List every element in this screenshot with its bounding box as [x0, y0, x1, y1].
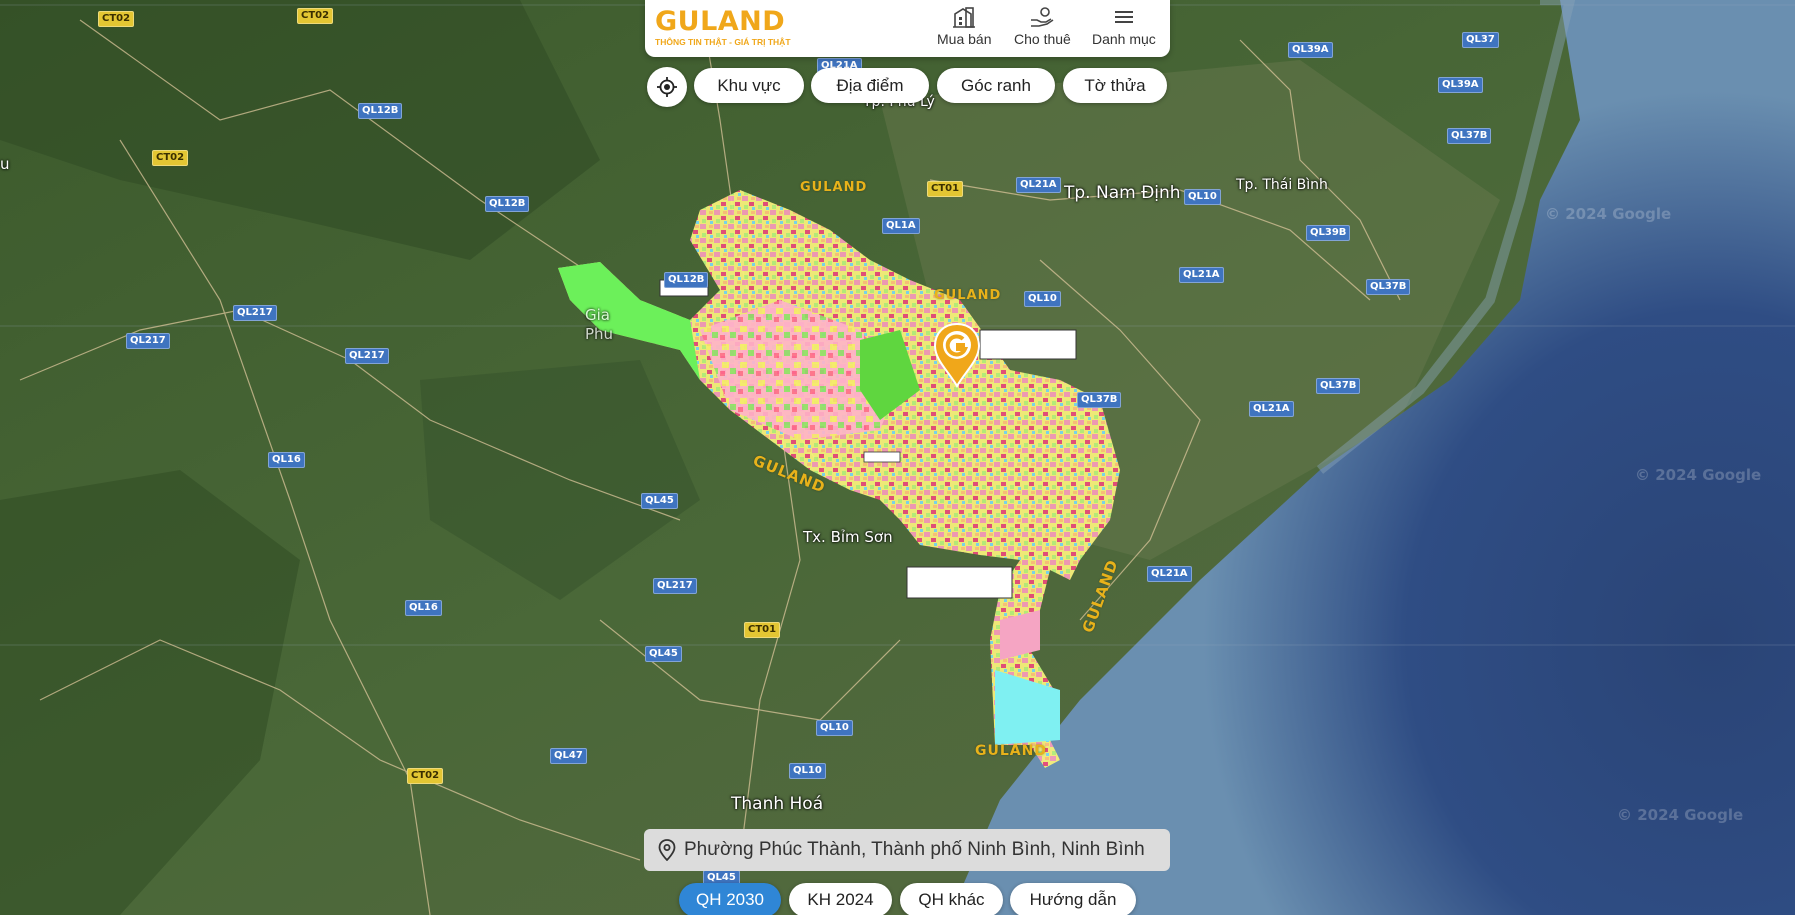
road-label: QL217	[345, 348, 389, 364]
road-label: CT02	[152, 150, 189, 166]
road-label: QL10	[1024, 291, 1061, 307]
address-bar[interactable]: Phường Phúc Thành, Thành phố Ninh Bình, …	[644, 829, 1170, 871]
city-label-gia: Gia	[585, 306, 610, 324]
city-label-nam-dinh: Tp. Nam Định	[1064, 183, 1181, 203]
road-label: QL45	[641, 493, 678, 509]
road-label: QL37B	[1447, 128, 1492, 144]
road-label: QL37B	[1316, 378, 1361, 394]
tab-qh-2030[interactable]: QH 2030	[679, 883, 781, 915]
road-label: QL12B	[358, 103, 403, 119]
city-label-thai-binh: Tp. Thái Bình	[1236, 177, 1328, 193]
top-header: GULAND THÔNG TIN THẬT - GIÁ TRỊ THẬT Mua…	[645, 0, 1170, 57]
road-label: QL37	[1462, 32, 1499, 48]
map-watermark: © 2024 Google	[1545, 205, 1672, 223]
road-label: QL12B	[485, 196, 530, 212]
building-icon	[953, 7, 976, 28]
road-label: QL37B	[1077, 392, 1122, 408]
tab-qh-khac[interactable]: QH khác	[900, 883, 1003, 915]
road-label: QL12B	[664, 272, 709, 288]
chip-to-thua[interactable]: Tờ thửa	[1063, 68, 1167, 103]
chip-dia-diem[interactable]: Địa điểm	[811, 68, 929, 103]
road-label: QL21A	[1016, 177, 1061, 193]
logo-text: GULAND	[655, 6, 786, 37]
nav-mua-ban[interactable]: Mua bán	[937, 6, 991, 47]
address-text: Phường Phúc Thành, Thành phố Ninh Bình, …	[684, 839, 1145, 860]
road-label: QL37B	[1366, 279, 1411, 295]
overlay-brand-mark: GULAND	[800, 180, 868, 195]
menu-icon	[1114, 11, 1133, 23]
nav-cho-thue[interactable]: Cho thuê	[1014, 6, 1071, 47]
road-label: QL217	[653, 578, 697, 594]
nav-danh-muc[interactable]: Danh mục	[1092, 6, 1156, 47]
road-label: QL10	[816, 720, 853, 736]
nav-label: Mua bán	[937, 31, 992, 47]
road-label: QL39A	[1288, 42, 1333, 58]
nav-label: Danh mục	[1092, 31, 1156, 47]
road-label: QL45	[645, 646, 682, 662]
chip-khu-vuc[interactable]: Khu vực	[694, 68, 804, 103]
overlay-brand-mark: GULAND	[975, 743, 1047, 759]
road-label: QL39B	[1306, 225, 1351, 241]
location-pin-icon	[658, 839, 676, 861]
road-label: CT02	[297, 8, 334, 24]
city-label-bim-son: Tx. Bỉm Sơn	[803, 528, 893, 546]
location-marker-icon[interactable]	[932, 322, 982, 389]
nav-label: Cho thuê	[1014, 31, 1071, 47]
road-label: QL10	[789, 763, 826, 779]
city-label-thanh-hoa: Thanh Hoá	[731, 794, 824, 814]
road-label: QL16	[268, 452, 305, 468]
overlay-brand-mark: GULAND	[934, 288, 1002, 303]
logo-tagline: THÔNG TIN THẬT - GIÁ TRỊ THẬT	[655, 37, 791, 47]
road-label: QL1A	[882, 218, 920, 234]
road-label: QL16	[405, 600, 442, 616]
chip-goc-ranh[interactable]: Góc ranh	[937, 68, 1055, 103]
road-label: CT01	[744, 622, 781, 638]
city-label-phu: Phu	[585, 325, 614, 343]
hand-key-icon	[1031, 7, 1054, 27]
road-label: QL47	[550, 748, 587, 764]
road-label: QL21A	[1147, 566, 1192, 582]
road-label: QL217	[233, 305, 277, 321]
road-label: QL39A	[1438, 77, 1483, 93]
road-label: CT02	[407, 768, 444, 784]
map-watermark: © 2024 Google	[1617, 806, 1744, 824]
road-label: CT02	[98, 11, 135, 27]
map-watermark: © 2024 Google	[1635, 466, 1762, 484]
road-label: QL21A	[1179, 267, 1224, 283]
crosshair-icon	[657, 77, 677, 97]
guland-logo[interactable]: GULAND THÔNG TIN THẬT - GIÁ TRỊ THẬT	[655, 6, 791, 48]
road-label: QL217	[126, 333, 170, 349]
road-label: QL10	[1184, 189, 1221, 205]
city-label-u: u	[0, 155, 10, 173]
locate-button[interactable]	[647, 67, 687, 107]
tab-kh-2024[interactable]: KH 2024	[789, 883, 892, 915]
road-label: CT01	[927, 181, 964, 197]
road-label: QL21A	[1249, 401, 1294, 417]
tab-huong-dan[interactable]: Hướng dẫn	[1010, 883, 1136, 915]
